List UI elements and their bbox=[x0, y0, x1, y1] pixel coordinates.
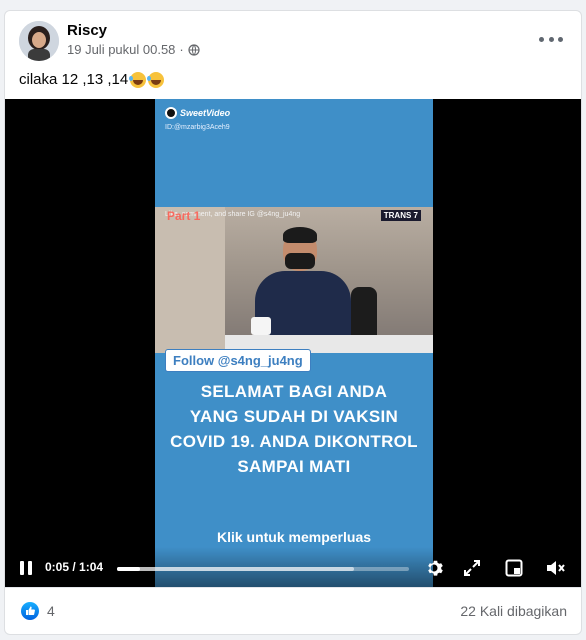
video-controls: 0:05 / 1:04 bbox=[5, 547, 581, 587]
video-clip: Like, comment, and share IG @s4ng_ju4ng … bbox=[155, 207, 433, 353]
reaction-count[interactable]: 4 bbox=[47, 603, 55, 619]
share-count[interactable]: 22 Kali dibagikan bbox=[460, 603, 567, 619]
video-overlay-text: SELAMAT BAGI ANDA YANG SUDAH DI VAKSIN C… bbox=[155, 379, 433, 479]
video-player[interactable]: SweetVideo ID:@mzarbig3Aceh9 Like, comme… bbox=[5, 99, 581, 587]
clip-mug bbox=[251, 317, 271, 335]
post-footer: 4 22 Kali dibagikan bbox=[5, 587, 581, 634]
thumbs-up-icon[interactable] bbox=[21, 602, 39, 620]
avatar-image bbox=[19, 21, 59, 61]
overlay-line: YANG SUDAH DI VAKSIN bbox=[189, 407, 399, 426]
avatar[interactable] bbox=[19, 21, 59, 61]
clip-person-mask bbox=[285, 253, 315, 269]
video-frame: SweetVideo ID:@mzarbig3Aceh9 Like, comme… bbox=[155, 99, 433, 587]
laughing-emoji-icon bbox=[129, 71, 147, 88]
clip-part-label: Part 1 bbox=[167, 209, 201, 223]
video-brand: SweetVideo bbox=[165, 107, 230, 119]
expand-video-link[interactable]: Klik untuk memperluas bbox=[155, 529, 433, 545]
progress-played bbox=[117, 567, 140, 571]
fullscreen-icon[interactable] bbox=[461, 557, 483, 579]
clip-wall bbox=[155, 207, 225, 353]
progress-buffered bbox=[117, 567, 354, 571]
overlay-line: COVID 19. ANDA DIKONTROL bbox=[170, 432, 418, 451]
post-author[interactable]: Riscy bbox=[67, 22, 107, 39]
post-timestamp[interactable]: 19 Juli pukul 00.58 bbox=[67, 42, 175, 57]
video-progress-bar[interactable] bbox=[117, 567, 409, 571]
laughing-emoji-icon bbox=[147, 71, 165, 88]
video-time: 0:05 / 1:04 bbox=[45, 560, 104, 574]
overlay-line: SELAMAT BAGI ANDA bbox=[200, 382, 388, 401]
post-card: Riscy 19 Juli pukul 00.58 · cilaka 12 ,1… bbox=[4, 10, 582, 635]
clip-channel-logo: TRANS 7 bbox=[380, 210, 421, 221]
picture-in-picture-icon[interactable] bbox=[503, 557, 525, 579]
post-text: cilaka 12 ,13 ,14 bbox=[19, 71, 165, 88]
post-meta: 19 Juli pukul 00.58 · bbox=[67, 42, 200, 57]
mute-icon[interactable] bbox=[545, 557, 567, 579]
clip-person-hair bbox=[283, 227, 317, 243]
brand-logo-icon bbox=[165, 107, 177, 119]
brand-sub: ID:@mzarbig3Aceh9 bbox=[165, 124, 230, 131]
post-text-content: cilaka 12 ,13 ,14 bbox=[19, 71, 129, 88]
follow-label: Follow @s4ng_ju4ng bbox=[165, 349, 311, 372]
post-header: Riscy 19 Juli pukul 00.58 · bbox=[5, 11, 581, 71]
more-options-icon[interactable] bbox=[539, 29, 563, 49]
pause-icon[interactable] bbox=[15, 557, 37, 579]
globe-icon[interactable] bbox=[188, 43, 200, 56]
brand-name: SweetVideo bbox=[180, 108, 231, 118]
overlay-line: SAMPAI MATI bbox=[237, 457, 351, 476]
gear-icon[interactable] bbox=[423, 557, 445, 579]
